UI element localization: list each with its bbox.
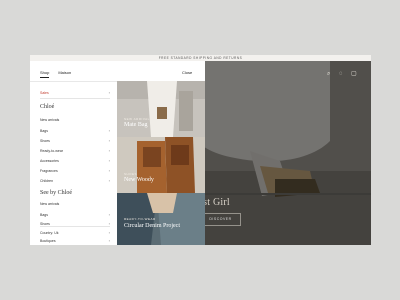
- tile-circular-denim[interactable]: READY-TO-WEAR Circular Denim Project: [117, 193, 205, 245]
- menu-item[interactable]: Accessories ›: [40, 158, 110, 163]
- tile-image: [117, 137, 205, 193]
- menu-item[interactable]: New arrivals: [40, 202, 110, 206]
- chevron-right-icon: ›: [108, 178, 110, 183]
- menu-drawer: Shop Maison Sales › Chloé New arrivals B…: [30, 61, 205, 245]
- tile-title: New Woody: [124, 177, 154, 183]
- menu-item-sales[interactable]: Sales ›: [40, 90, 110, 95]
- menu-item-label: Children: [40, 178, 54, 183]
- menu-column: Shop Maison Sales › Chloé New arrivals B…: [30, 61, 117, 245]
- chevron-right-icon: ›: [108, 148, 110, 153]
- close-button[interactable]: Close: [182, 70, 192, 75]
- hero-cta-button[interactable]: DISCOVER: [200, 213, 241, 226]
- menu-item[interactable]: Ready-to-wear ›: [40, 148, 110, 153]
- chevron-right-icon: ›: [108, 138, 110, 143]
- menu-item-label: Fragrances: [40, 168, 58, 173]
- menu-item[interactable]: Bags ›: [40, 212, 110, 217]
- section-heading-see-by-chloe: See by Chloé: [40, 190, 72, 196]
- menu-item-label: New arrivals: [40, 202, 60, 206]
- menu-item[interactable]: Children ›: [40, 178, 110, 183]
- tile-kicker: NEW ARRIVALS: [124, 117, 153, 121]
- boutiques-link[interactable]: Boutiques ›: [40, 238, 110, 243]
- menu-divider: [30, 81, 117, 82]
- menu-item[interactable]: Fragrances ›: [40, 168, 110, 173]
- tile-kicker: SHOES: [124, 172, 138, 176]
- chevron-right-icon: ›: [108, 230, 110, 235]
- country-selector[interactable]: Country: Uk ›: [40, 230, 110, 235]
- tab-maison[interactable]: Maison: [58, 70, 71, 78]
- tile-mate-bag[interactable]: NEW ARRIVALS Mate Bag: [117, 81, 205, 137]
- menu-item-label: Bags: [40, 212, 48, 217]
- promo-tiles: NEW ARRIVALS Mate Bag SHOES New Woody RE…: [117, 61, 205, 245]
- chevron-right-icon: ›: [108, 168, 110, 173]
- browser-screen: FREE STANDARD SHIPPING AND RETURNS ts Pa…: [30, 55, 371, 245]
- menu-item[interactable]: Shoes ›: [40, 138, 110, 143]
- menu-item[interactable]: Bags ›: [40, 128, 110, 133]
- account-icon[interactable]: ◌: [339, 71, 345, 77]
- menu-item-label: Bags: [40, 128, 48, 133]
- chevron-right-icon: ›: [108, 238, 110, 243]
- chevron-right-icon: ›: [108, 158, 110, 163]
- header-icons: ⌕ ◌ ▢: [327, 71, 357, 77]
- menu-item-label: New arrivals: [40, 118, 60, 122]
- tile-title: Circular Denim Project: [124, 223, 180, 229]
- search-icon[interactable]: ⌕: [327, 71, 333, 77]
- chevron-right-icon: ›: [108, 128, 110, 133]
- chevron-right-icon: ›: [108, 90, 110, 95]
- bag-icon[interactable]: ▢: [351, 71, 357, 77]
- menu-item-label: Shoes: [40, 138, 50, 143]
- country-label: Country: Uk: [40, 230, 59, 235]
- divider: [40, 226, 110, 227]
- menu-tabs: Shop Maison: [40, 70, 71, 78]
- menu-item-label: Ready-to-wear: [40, 148, 63, 153]
- chevron-right-icon: ›: [108, 212, 110, 217]
- tile-new-woody[interactable]: SHOES New Woody: [117, 137, 205, 193]
- menu-item-label: Sales: [40, 90, 49, 95]
- tile-kicker: READY-TO-WEAR: [124, 217, 156, 221]
- divider: [40, 98, 110, 99]
- section-heading-chloe: Chloé: [40, 104, 55, 110]
- menu-item[interactable]: New arrivals: [40, 118, 110, 122]
- tile-title: Mate Bag: [124, 122, 148, 128]
- menu-item-label: Accessories: [40, 158, 59, 163]
- boutiques-label: Boutiques: [40, 238, 56, 243]
- menu-item-label: Shoes: [40, 221, 50, 226]
- tab-shop[interactable]: Shop: [40, 70, 50, 78]
